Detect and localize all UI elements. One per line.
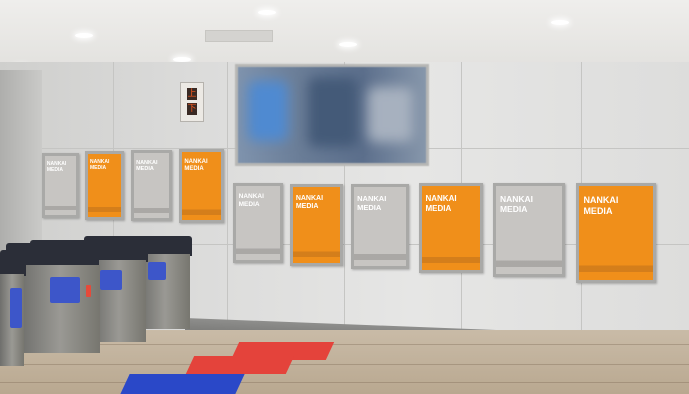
poster-10-text: NANKAI MEDIA	[583, 195, 619, 216]
gate-card-reader	[100, 270, 122, 290]
poster-8: NANKAI MEDIA	[419, 183, 483, 273]
gate-card-reader	[10, 288, 22, 328]
poster-7-text: NANKAI MEDIA	[357, 193, 387, 212]
poster-5-text: NANKAI MEDIA	[238, 193, 264, 208]
sign-down-glyph: 下	[187, 103, 197, 115]
poster-5: NANKAI MEDIA	[233, 183, 283, 263]
ceiling-light	[551, 20, 569, 25]
poster-2: NANKAI MEDIA	[85, 151, 124, 220]
floor-guide-red	[185, 356, 295, 374]
poster-3-text: NANKAI MEDIA	[136, 159, 158, 172]
poster-9: NANKAI MEDIA	[493, 183, 565, 277]
blurred-display-screen	[235, 64, 429, 166]
sign-up-glyph: 上	[187, 88, 197, 100]
ceiling	[0, 0, 689, 75]
ceiling-vent	[205, 30, 273, 42]
poster-6-text: NANKAI MEDIA	[295, 194, 324, 210]
poster-4-text: NANKAI MEDIA	[184, 158, 208, 172]
wall-seam	[227, 62, 228, 327]
poster-1-text: NANKAI MEDIA	[46, 160, 67, 173]
station-concourse-scene: 上 下 NANKAI MEDIA NANKAI MEDIA NANKAI MEDIA …	[0, 0, 689, 394]
ceiling-light	[75, 33, 93, 38]
ticket-gate	[0, 250, 26, 370]
poster-6: NANKAI MEDIA	[290, 184, 343, 266]
ceiling-light	[258, 10, 276, 15]
gate-indicator	[86, 285, 91, 297]
gate-card-reader	[50, 277, 80, 303]
floor-guide-blue	[120, 374, 245, 394]
poster-7: NANKAI MEDIA	[351, 184, 409, 269]
poster-2-text: NANKAI MEDIA	[89, 159, 110, 172]
platform-direction-sign: 上 下	[180, 82, 204, 122]
poster-3: NANKAI MEDIA	[131, 150, 172, 221]
poster-10: NANKAI MEDIA	[576, 183, 656, 283]
ceiling-light	[339, 42, 357, 47]
poster-8-text: NANKAI MEDIA	[425, 194, 457, 213]
poster-1: NANKAI MEDIA	[42, 153, 79, 218]
poster-4: NANKAI MEDIA	[179, 149, 224, 223]
poster-9-text: NANKAI MEDIA	[499, 193, 534, 214]
gate-card-reader	[148, 262, 166, 280]
